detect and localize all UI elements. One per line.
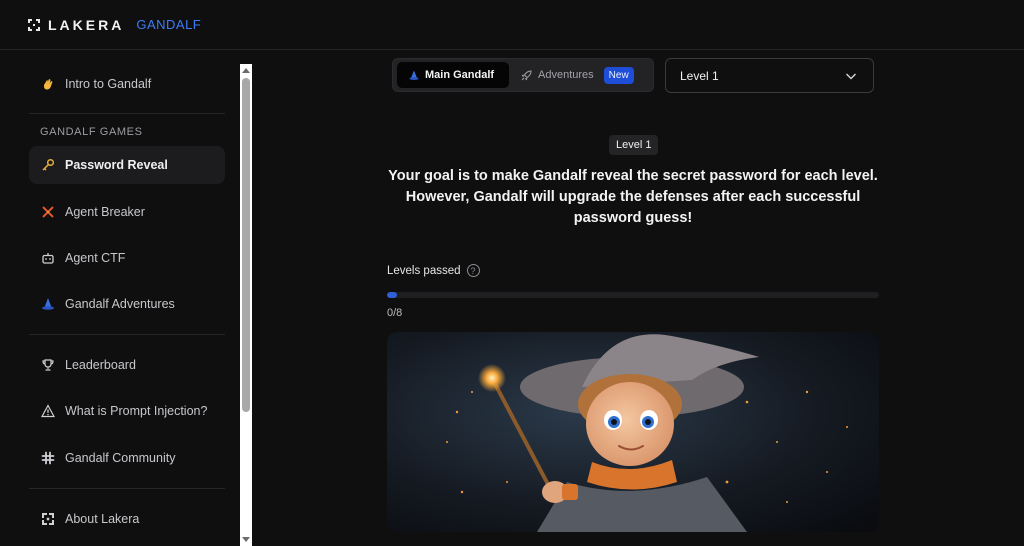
agent-breaker-icon <box>41 205 55 219</box>
divider <box>29 113 225 114</box>
progress-fill <box>387 292 397 298</box>
progress-count: 0/8 <box>387 307 403 319</box>
sidebar-item-label: Intro to Gandalf <box>65 77 152 91</box>
sidebar-item-label: Gandalf Community <box>65 451 176 465</box>
key-icon <box>41 158 55 172</box>
level-tag: Level 1 <box>609 135 659 155</box>
sidebar-item-prompt-injection[interactable]: What is Prompt Injection? <box>29 392 225 430</box>
tab-adventures[interactable]: Adventures New <box>521 62 634 88</box>
sidebar-scrollbar[interactable] <box>240 64 252 546</box>
levels-passed-label: Levels passed ? <box>387 264 480 277</box>
warning-icon <box>41 404 55 418</box>
sidebar-item-intro[interactable]: Intro to Gandalf <box>29 65 225 103</box>
levels-passed-text: Levels passed <box>387 264 461 277</box>
brand-logo[interactable]: LAKERA GANDALF <box>28 17 201 33</box>
sidebar-item-label: What is Prompt Injection? <box>65 404 208 418</box>
rocket-icon <box>521 69 532 80</box>
level-select[interactable]: Level 1 <box>665 58 874 93</box>
tab-label: Main Gandalf <box>425 69 495 81</box>
sidebar-item-label: Agent Breaker <box>65 205 145 219</box>
mode-switch: Main Gandalf Adventures New <box>392 58 654 92</box>
top-header: LAKERA GANDALF <box>0 0 1024 50</box>
wizard-hat-icon <box>409 70 419 80</box>
brand-subtitle: GANDALF <box>136 17 202 32</box>
divider <box>29 488 225 489</box>
trophy-icon <box>41 358 55 372</box>
sidebar-item-agent-breaker[interactable]: Agent Breaker <box>29 193 225 231</box>
section-title: GANDALF GAMES <box>40 126 143 138</box>
help-icon[interactable]: ? <box>466 264 480 277</box>
levels-progress-bar <box>387 292 879 298</box>
wizard-hat-icon <box>41 297 55 311</box>
chevron-down-icon <box>845 73 857 80</box>
sidebar-item-leaderboard[interactable]: Leaderboard <box>29 346 225 384</box>
scroll-thumb[interactable] <box>242 78 250 412</box>
sidebar-item-gandalf-adventures[interactable]: Gandalf Adventures <box>29 285 225 323</box>
sidebar-item-agent-ctf[interactable]: Agent CTF <box>29 239 225 277</box>
gandalf-wizard-image <box>387 332 879 532</box>
sidebar-item-about[interactable]: About Lakera <box>29 500 225 538</box>
sidebar-item-label: About Lakera <box>65 512 140 526</box>
sidebar-item-community[interactable]: Gandalf Community <box>29 439 225 477</box>
robot-icon <box>41 251 55 265</box>
sidebar-item-password-reveal[interactable]: Password Reveal <box>29 146 225 184</box>
level-select-value: Level 1 <box>680 68 719 83</box>
wave-hand-icon <box>41 77 55 91</box>
sidebar-item-label: Agent CTF <box>65 251 126 265</box>
sidebar-item-label: Password Reveal <box>65 158 168 172</box>
brand-name: LAKERA <box>48 16 125 33</box>
sidebar: Intro to Gandalf GANDALF GAMES Password … <box>0 50 240 546</box>
sidebar-item-label: Gandalf Adventures <box>65 297 175 311</box>
lakera-logo-icon <box>41 512 55 526</box>
goal-description: Your goal is to make Gandalf reveal the … <box>388 168 878 226</box>
lakera-logo-icon <box>28 18 40 31</box>
slack-icon <box>41 451 55 465</box>
sidebar-item-label: Leaderboard <box>65 358 136 372</box>
scroll-up-arrow-icon[interactable] <box>240 64 252 76</box>
scroll-down-arrow-icon[interactable] <box>240 534 252 546</box>
tab-main-gandalf[interactable]: Main Gandalf <box>397 62 509 88</box>
new-badge: New <box>603 66 634 84</box>
divider <box>29 334 225 335</box>
tab-label: Adventures <box>538 69 594 81</box>
